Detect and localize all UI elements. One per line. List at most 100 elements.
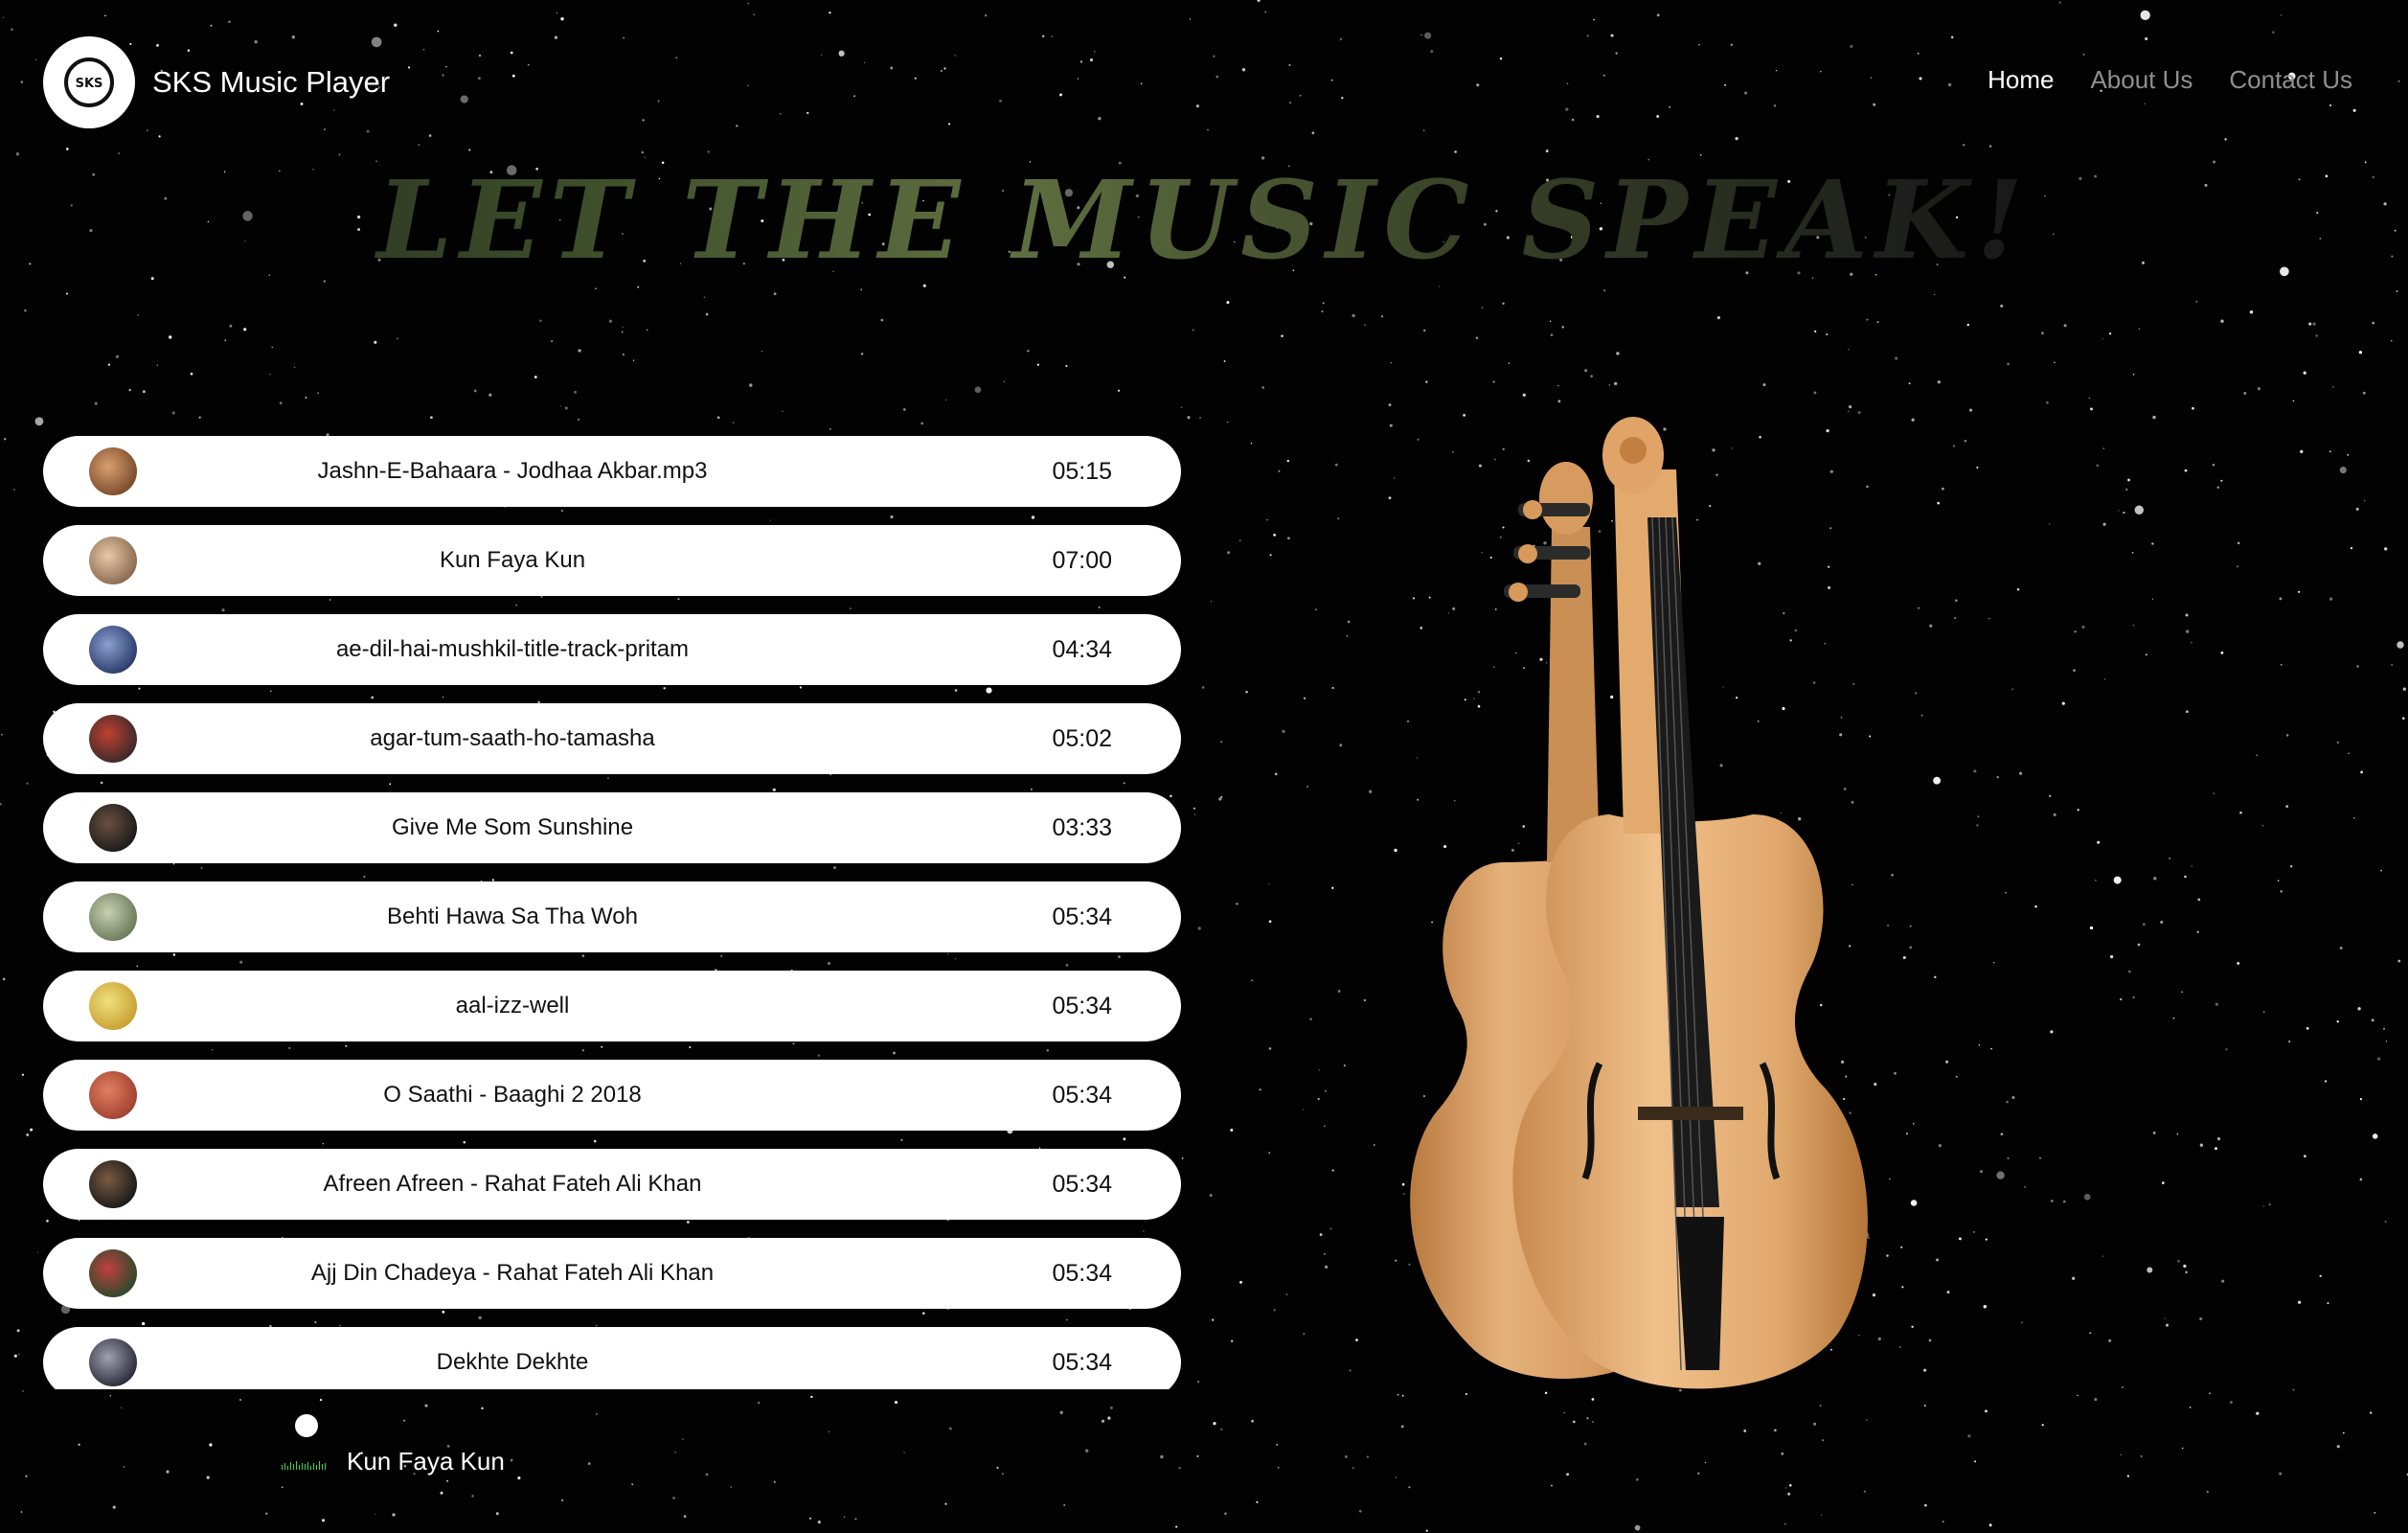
star xyxy=(495,1512,499,1516)
star xyxy=(1309,1018,1312,1020)
star xyxy=(1273,534,1276,537)
progress-handle[interactable] xyxy=(295,1414,318,1437)
star xyxy=(2191,865,2192,867)
song-item[interactable]: ae-dil-hai-mushkil-title-track-pritam 04:… xyxy=(43,614,1181,685)
song-item[interactable]: Behti Hawa Sa Tha Woh 05:34 xyxy=(43,881,1181,952)
star xyxy=(1343,1064,1346,1067)
star xyxy=(1325,1265,1329,1269)
song-item[interactable]: Jashn-E-Bahaara - Jodhaa Akbar.mp3 05:15 xyxy=(43,436,1181,507)
star xyxy=(2169,857,2171,860)
star xyxy=(2358,351,2363,355)
song-item[interactable]: Kun Faya Kun 07:00 xyxy=(43,525,1181,596)
song-item[interactable]: agar-tum-saath-ho-tamasha 05:02 xyxy=(43,703,1181,774)
star xyxy=(1285,1293,1288,1295)
star xyxy=(1355,1339,1358,1341)
song-item[interactable]: Ajj Din Chadeya - Rahat Fateh Ali Khan 05… xyxy=(43,1238,1181,1309)
brand-name[interactable]: SKS Music Player xyxy=(152,65,390,100)
song-item[interactable]: aal-izz-well 05:34 xyxy=(43,971,1181,1041)
star xyxy=(730,1486,733,1488)
star xyxy=(1968,408,1973,412)
star xyxy=(1898,1345,1901,1348)
star xyxy=(1557,400,1561,403)
star xyxy=(2397,641,2404,649)
song-thumbnail-icon xyxy=(89,1249,137,1297)
nav-about-link[interactable]: About Us xyxy=(2090,65,2192,95)
star xyxy=(621,331,624,333)
star xyxy=(1227,551,1231,555)
star xyxy=(1895,356,1898,360)
star xyxy=(2176,1133,2179,1135)
star xyxy=(974,386,982,394)
star xyxy=(1978,1044,1981,1046)
star xyxy=(1923,1503,1927,1507)
star xyxy=(206,1476,210,1479)
star xyxy=(2,977,6,981)
star xyxy=(264,1512,268,1515)
star xyxy=(107,363,111,366)
star xyxy=(13,1354,17,1358)
star xyxy=(1928,1339,1932,1342)
star xyxy=(2370,1411,2373,1414)
star xyxy=(374,340,377,344)
nav-contact-link[interactable]: Contact Us xyxy=(2229,65,2352,95)
star xyxy=(2184,469,2188,472)
star xyxy=(1201,686,1205,689)
star xyxy=(2151,598,2154,601)
star xyxy=(1900,1246,1903,1248)
brand[interactable]: SKS SKS Music Player xyxy=(43,36,390,128)
song-item[interactable]: Afreen Afreen - Rahat Fateh Ali Khan 05:3… xyxy=(43,1149,1181,1220)
star xyxy=(2397,959,2401,963)
star xyxy=(1586,1417,1589,1420)
star xyxy=(1278,469,1281,472)
star xyxy=(2063,324,2067,328)
star xyxy=(1321,310,1324,313)
star xyxy=(2237,541,2240,545)
song-name: O Saathi - Baaghi 2 2018 xyxy=(383,1082,642,1108)
star xyxy=(2016,587,2020,591)
star xyxy=(1223,360,1226,362)
star xyxy=(1909,946,1913,950)
star xyxy=(1913,1123,1915,1125)
star xyxy=(1814,330,1817,333)
star xyxy=(2145,653,2147,656)
song-thumbnail-icon xyxy=(89,982,137,1030)
star xyxy=(2134,505,2145,515)
star xyxy=(1274,772,1278,776)
star xyxy=(1566,1473,1570,1476)
star xyxy=(1583,1442,1587,1446)
star xyxy=(2355,507,2359,511)
star xyxy=(2363,499,2366,502)
star xyxy=(2077,809,2079,812)
star xyxy=(1324,1125,1326,1128)
song-duration: 04:34 xyxy=(1052,635,1112,663)
star xyxy=(1160,1454,1164,1459)
star xyxy=(1220,795,1223,798)
star xyxy=(2220,479,2223,482)
star xyxy=(269,374,271,376)
song-duration: 05:34 xyxy=(1052,1081,1112,1109)
star xyxy=(2137,943,2141,947)
star xyxy=(1347,620,1351,624)
star xyxy=(2285,734,2289,737)
star xyxy=(817,1521,821,1524)
star xyxy=(1109,1406,1113,1409)
star xyxy=(2196,930,2199,933)
star xyxy=(646,329,648,332)
nav-links: Home About Us Contact Us xyxy=(1988,65,2352,95)
nav-home-link[interactable]: Home xyxy=(1988,65,2054,95)
star xyxy=(1209,1194,1213,1197)
song-item[interactable]: Give Me Som Sunshine 03:33 xyxy=(43,792,1181,863)
star xyxy=(1937,380,1941,384)
logo-icon[interactable]: SKS xyxy=(43,36,135,128)
star xyxy=(2000,1133,2004,1136)
song-list[interactable]: Jashn-E-Bahaara - Jodhaa Akbar.mp3 05:15 K… xyxy=(43,436,1181,1389)
star xyxy=(2359,1098,2362,1101)
star xyxy=(25,1475,28,1477)
star xyxy=(2034,905,2037,908)
song-item[interactable]: O Saathi - Baaghi 2 2018 05:34 xyxy=(43,1060,1181,1131)
star xyxy=(1976,467,1979,469)
star xyxy=(26,1133,30,1136)
star xyxy=(2183,1264,2187,1269)
star xyxy=(2108,1339,2112,1342)
song-item[interactable]: Dekhte Dekhte 05:34 xyxy=(43,1327,1181,1389)
